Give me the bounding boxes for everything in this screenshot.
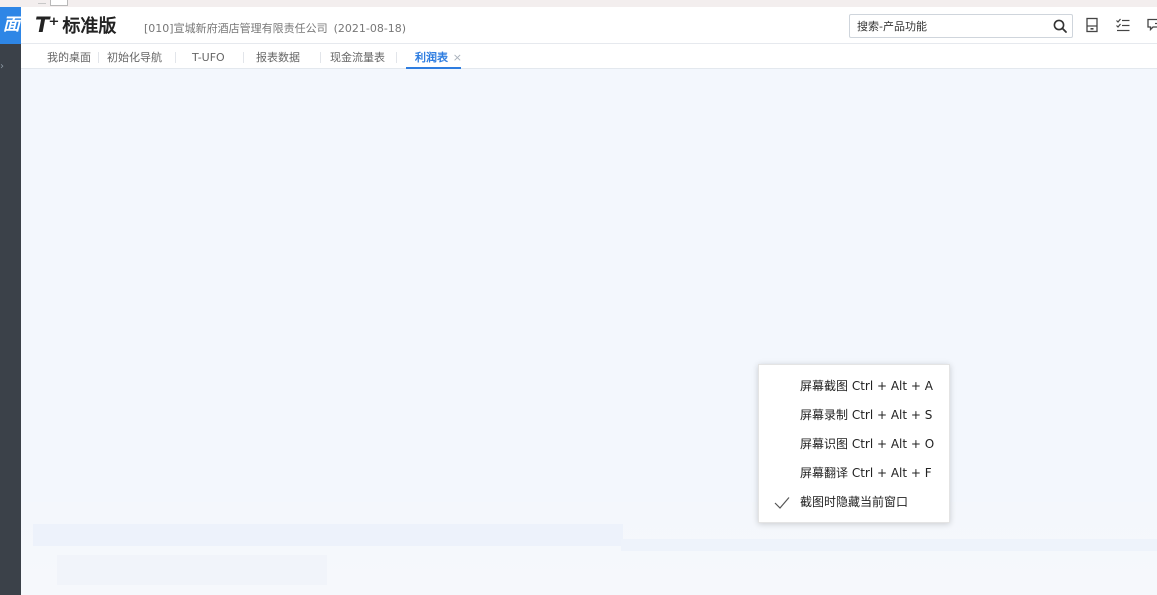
tab-separator	[243, 52, 244, 63]
brand-logo: T⁺ 标准版	[35, 13, 116, 37]
tab-income-statement[interactable]: 利润表 ×	[406, 44, 462, 69]
tab-separator	[98, 52, 99, 63]
main-content	[21, 69, 1157, 595]
tab-separator	[396, 52, 397, 63]
menu-item-label: 截图时隐藏当前窗口	[800, 495, 909, 509]
tab-label: 我的桌面	[47, 51, 91, 64]
checkmark-icon	[774, 497, 790, 509]
tab-cash-flow[interactable]: 现金流量表	[330, 44, 385, 69]
tab-init-guide[interactable]: 初始化导航	[107, 44, 162, 69]
company-info: [010]宣城新府酒店管理有限责任公司 (2021-08-18)	[144, 20, 406, 36]
sidebar-expand-icon[interactable]: ›	[0, 61, 4, 72]
search-box	[849, 14, 1073, 38]
menu-item-label: 屏幕录制 Ctrl + Alt + S	[800, 408, 933, 422]
tab-label: T-UFO	[192, 51, 225, 64]
search-icon[interactable]	[1052, 18, 1068, 34]
calculator-icon[interactable]	[1084, 17, 1100, 33]
menu-item-label: 屏幕截图 Ctrl + Alt + A	[800, 379, 933, 393]
menu-item-label: 屏幕识图 Ctrl + Alt + O	[800, 437, 935, 451]
tab-label: 现金流量表	[330, 51, 385, 64]
menu-item-label: 屏幕翻译 Ctrl + Alt + F	[800, 466, 932, 480]
window-control-minimize[interactable]	[38, 0, 46, 4]
menu-item-hide-window[interactable]: 截图时隐藏当前窗口	[759, 488, 949, 517]
company-name: [010]宣城新府酒店管理有限责任公司	[144, 22, 328, 35]
tab-report-data[interactable]: 报表数据	[256, 44, 300, 69]
task-list-icon[interactable]	[1115, 17, 1131, 33]
screenshot-context-menu: 屏幕截图 Ctrl + Alt + A 屏幕录制 Ctrl + Alt + S …	[758, 364, 950, 523]
tab-label: 初始化导航	[107, 51, 162, 64]
search-input[interactable]	[850, 15, 1040, 38]
tab-label: 利润表	[415, 51, 448, 64]
tab-separator	[175, 52, 176, 63]
app-header: T⁺ 标准版 [010]宣城新府酒店管理有限责任公司 (2021-08-18)	[21, 7, 1157, 44]
faint-background-band	[57, 555, 327, 585]
tab-separator	[320, 52, 321, 63]
menu-item-screen-record[interactable]: 屏幕录制 Ctrl + Alt + S	[759, 401, 949, 430]
tab-label: 报表数据	[256, 51, 300, 64]
sidebar-logo[interactable]: 面	[0, 7, 21, 44]
faint-background-band	[33, 524, 623, 546]
left-sidebar: 面 ›	[0, 7, 21, 595]
tab-t-ufo[interactable]: T-UFO	[192, 44, 225, 69]
account-date: (2021-08-18)	[333, 22, 407, 35]
window-top-strip	[0, 0, 1157, 7]
faint-background-band	[621, 539, 1157, 551]
brand-prefix: T⁺	[35, 13, 59, 37]
page-tabs: 我的桌面 初始化导航 T-UFO 报表数据 现金流量表 利润表 ×	[21, 44, 1157, 69]
tab-my-desktop[interactable]: 我的桌面	[47, 44, 91, 69]
message-icon[interactable]	[1146, 17, 1157, 33]
menu-item-screen-capture[interactable]: 屏幕截图 Ctrl + Alt + A	[759, 372, 949, 401]
window-control-restore[interactable]	[50, 0, 68, 6]
menu-item-screen-translate[interactable]: 屏幕翻译 Ctrl + Alt + F	[759, 459, 949, 488]
brand-name: 标准版	[62, 16, 117, 37]
menu-item-screen-ocr[interactable]: 屏幕识图 Ctrl + Alt + O	[759, 430, 949, 459]
sidebar-logo-char: 面	[3, 15, 20, 35]
